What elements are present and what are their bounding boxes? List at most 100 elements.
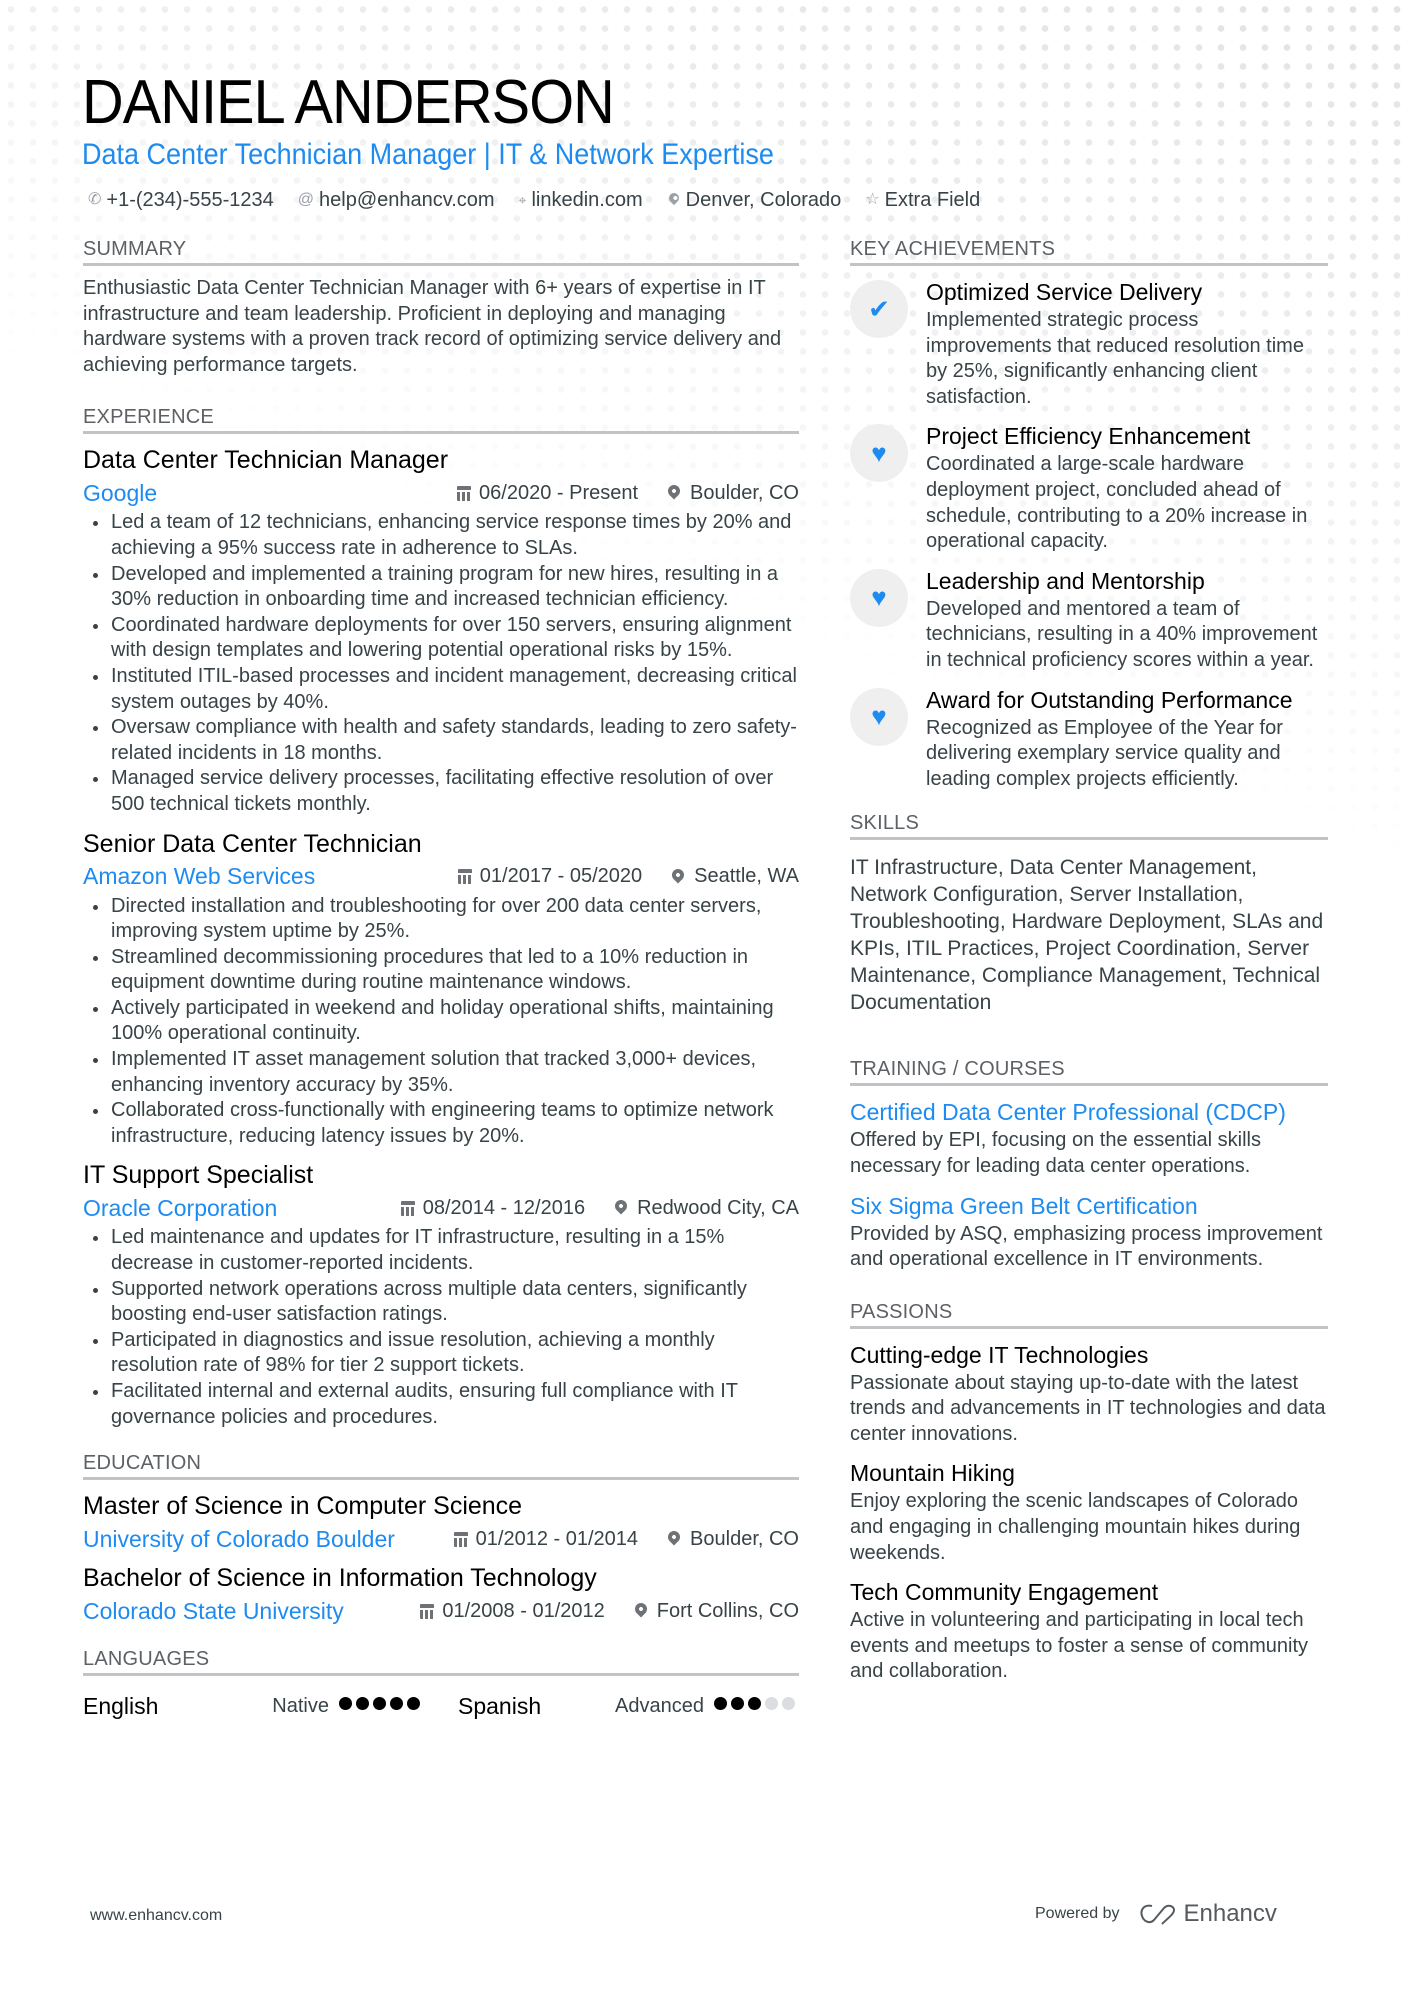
language-rating <box>714 1697 799 1715</box>
achievement-desc: Developed and mentored a team of technic… <box>926 597 1318 671</box>
dates-text: 01/2017 - 05/2020 <box>479 865 643 887</box>
link-icon: ⌖ <box>518 192 527 208</box>
section-heading: EXPERIENCE <box>83 404 799 435</box>
section-heading: TRAINING / COURSES <box>850 1056 1328 1087</box>
passion-title: Mountain Hiking <box>850 1460 1015 1487</box>
enhancv-logo[interactable]: Enhancv <box>1138 1900 1277 1928</box>
calendar-icon <box>400 1200 415 1216</box>
job-bullets: Directed installation and troubleshootin… <box>83 894 799 1150</box>
passion-item: Mountain Hiking Enjoy exploring the scen… <box>850 1457 1328 1566</box>
location-icon <box>665 482 683 500</box>
contact-text: linkedin.com <box>531 189 643 211</box>
rating-dot-filled <box>339 1697 352 1711</box>
course-desc: Offered by EPI, focusing on the essentia… <box>850 1129 1261 1177</box>
job-location: Seattle, WA <box>669 865 799 888</box>
bullet-item: Actively participated in weekend and hol… <box>83 996 799 1047</box>
language-level: Native <box>272 1694 329 1717</box>
section-heading: LANGUAGES <box>83 1646 799 1677</box>
school-name: University of Colorado Boulder <box>83 1525 395 1552</box>
contact-text: Denver, Colorado <box>685 189 842 211</box>
languages-section: LANGUAGES English Native Spanish Advance… <box>83 1646 799 1726</box>
contact-phone[interactable]: ✆ +1-(234)-555-1234 <box>88 187 274 213</box>
heart-icon: ♥ <box>850 687 908 746</box>
course-title[interactable]: Certified Data Center Professional (CDCP… <box>850 1096 1328 1128</box>
course-title[interactable]: Six Sigma Green Belt Certification <box>850 1190 1328 1222</box>
job-bullets: Led a team of 12 technicians, enhancing … <box>83 510 799 817</box>
job-meta-right: 01/2017 - 05/2020 Seattle, WA <box>457 865 799 888</box>
school-name: Colorado State University <box>83 1597 344 1624</box>
language-name: English <box>83 1692 159 1719</box>
achievement-item: ♥ Project Efficiency Enhancement Coordin… <box>850 420 1328 554</box>
language-rating <box>339 1697 424 1715</box>
experience-entry: IT Support Specialist Oracle Corporation… <box>83 1159 799 1430</box>
contact-location: Denver, Colorado <box>666 187 842 213</box>
education-section: EDUCATION Master of Science in Computer … <box>83 1450 799 1628</box>
bullet-item: Directed installation and troubleshootin… <box>83 894 799 945</box>
rating-dot-filled <box>731 1697 744 1711</box>
dates-text: 01/2012 - 01/2014 <box>475 1527 639 1550</box>
location-icon <box>666 190 681 206</box>
experience-section: EXPERIENCE Data Center Technician Manage… <box>83 404 799 1430</box>
contact-linkedin[interactable]: ⌖ linkedin.com <box>519 187 643 213</box>
rating-dot-filled <box>748 1697 761 1711</box>
language-item: English Native <box>83 1686 424 1726</box>
location-text: Boulder, CO <box>690 1527 799 1550</box>
achievement-desc: Implemented strategic process improvemen… <box>926 309 1304 408</box>
bullet-item: Facilitated internal and external audits… <box>83 1379 799 1430</box>
job-title: IT Support Specialist <box>83 1161 314 1190</box>
job-location: Redwood City, CA <box>612 1197 799 1220</box>
education-meta: University of Colorado Boulder 01/2012 -… <box>83 1522 799 1556</box>
job-title: Data Center Technician Manager <box>83 446 449 475</box>
passion-desc: Passionate about staying up-to-date with… <box>850 1371 1326 1445</box>
left-column: SUMMARY Enthusiastic Data Center Technic… <box>83 236 799 1726</box>
section-heading: KEY ACHIEVEMENTS <box>850 236 1328 266</box>
calendar-icon <box>420 1603 435 1619</box>
education-dates: 01/2012 - 01/2014 <box>453 1527 639 1551</box>
job-meta-right: 08/2014 - 12/2016 Redwood City, CA <box>400 1197 799 1220</box>
summary-text: Enthusiastic Data Center Technician Mana… <box>83 277 782 376</box>
contact-text: Extra Field <box>884 189 981 211</box>
candidate-name: DANIEL ANDERSON <box>82 68 615 137</box>
phone-icon: ✆ <box>88 191 102 208</box>
bullet-item: Participated in diagnostics and issue re… <box>83 1328 799 1379</box>
education-meta-right: 01/2008 - 01/2012 Fort Collins, CO <box>420 1600 799 1623</box>
degree-title: Bachelor of Science in Information Techn… <box>83 1564 597 1593</box>
job-meta: Oracle Corporation 08/2014 - 12/2016 Red… <box>83 1191 799 1225</box>
language-item: Spanish Advanced <box>458 1686 799 1726</box>
passions-section: PASSIONS Cutting-edge IT Technologies Pa… <box>850 1299 1328 1685</box>
education-meta: Colorado State University 01/2008 - 01/2… <box>83 1594 799 1628</box>
achievement-title: Optimized Service Delivery <box>926 279 1203 305</box>
bullet-item: Managed service delivery processes, faci… <box>83 766 799 817</box>
job-dates: 08/2014 - 12/2016 <box>400 1197 585 1220</box>
rating-dot-empty <box>782 1697 795 1711</box>
calendar-icon <box>453 1531 468 1547</box>
education-location: Boulder, CO <box>665 1527 799 1551</box>
job-meta: Amazon Web Services 01/2017 - 05/2020 Se… <box>83 860 799 894</box>
bullet-item: Oversaw compliance with health and safet… <box>83 715 799 766</box>
right-column: KEY ACHIEVEMENTS ✔ Optimized Service Del… <box>850 236 1328 1685</box>
language-level: Advanced <box>615 1694 704 1717</box>
location-icon <box>612 1197 630 1215</box>
heart-icon: ♥ <box>850 424 908 483</box>
location-icon <box>632 1600 650 1618</box>
bullet-item: Developed and implemented a training pro… <box>83 562 799 613</box>
job-location: Boulder, CO <box>665 482 799 505</box>
experience-entry: Data Center Technician Manager Google 06… <box>83 444 799 817</box>
skills-text: IT Infrastructure, Data Center Managemen… <box>850 856 1324 1015</box>
at-icon: @ <box>297 191 314 208</box>
job-dates: 01/2017 - 05/2020 <box>457 865 643 888</box>
section-heading: SUMMARY <box>83 236 799 266</box>
job-title: Senior Data Center Technician <box>83 829 422 858</box>
rating-dot-filled <box>390 1697 403 1711</box>
dates-text: 06/2020 - Present <box>479 481 639 504</box>
contact-extra: ☆ Extra Field <box>865 187 980 213</box>
candidate-title: Data Center Technician Manager | IT & Ne… <box>82 138 774 171</box>
rating-dot-empty <box>765 1697 778 1711</box>
contact-text: +1-(234)-555-1234 <box>106 189 274 211</box>
check-icon: ✔ <box>850 280 908 338</box>
achievement-item: ♥ Award for Outstanding Performance Reco… <box>850 684 1328 793</box>
footer-website[interactable]: www.enhancv.com <box>90 1907 222 1925</box>
section-heading: SKILLS <box>850 810 1328 841</box>
contact-text: help@enhancv.com <box>319 189 495 211</box>
contact-email[interactable]: @ help@enhancv.com <box>298 187 495 213</box>
